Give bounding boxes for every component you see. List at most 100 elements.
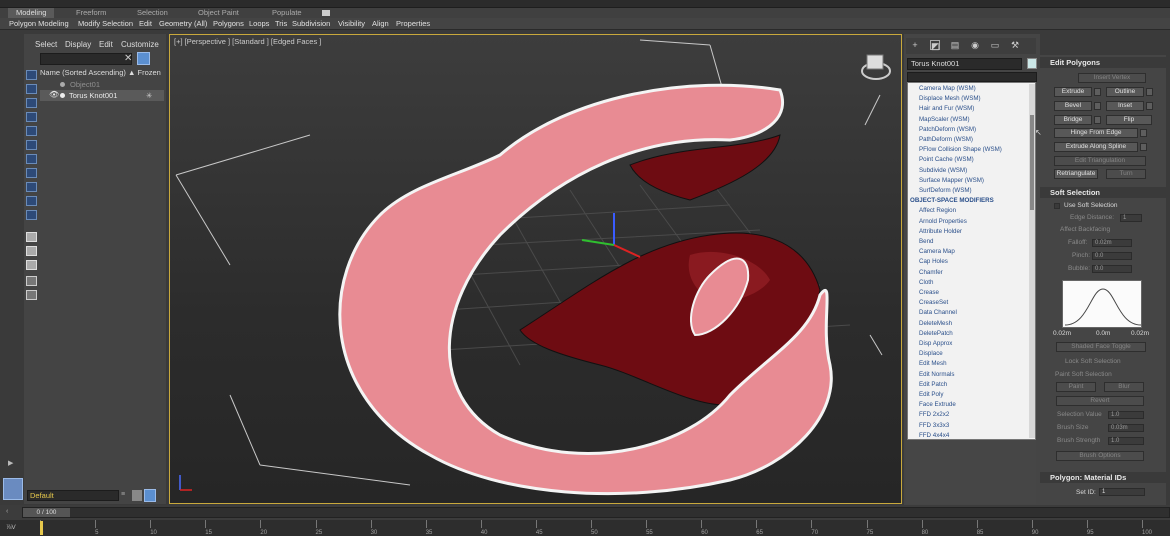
ribbon-polygons[interactable]: Polygons (213, 19, 244, 29)
ribbon-polygon-modeling[interactable]: Polygon Modeling (9, 19, 69, 29)
modifier-list-dropdown[interactable] (907, 72, 1037, 82)
bevel-button[interactable]: Bevel (1054, 101, 1092, 111)
lock-soft-selection-label[interactable]: Lock Soft Selection (1065, 358, 1121, 365)
selection-value-spinner[interactable]: 1.0 (1108, 411, 1144, 419)
ribbon-toggle-icon[interactable] (322, 10, 330, 16)
tab-selection[interactable]: Selection (137, 8, 168, 18)
modifier-item[interactable]: Crease (919, 289, 939, 296)
modifier-item[interactable]: Hair and Fur (WSM) (919, 105, 974, 112)
bridge-settings-icon[interactable] (1094, 116, 1101, 124)
display-none-icon[interactable] (26, 70, 37, 80)
flip-button[interactable]: Flip (1106, 115, 1152, 125)
prev-frame-icon[interactable]: ‹ (6, 508, 8, 515)
display-containers-icon[interactable] (26, 210, 37, 220)
modifier-item[interactable]: Affect Region (919, 207, 956, 214)
create-tab-icon[interactable]: + (910, 40, 920, 50)
tab-object-paint[interactable]: Object Paint (198, 8, 239, 18)
modifier-item[interactable]: FFD 2x2x2 (919, 411, 949, 418)
ribbon-loops[interactable]: Loops (249, 19, 269, 29)
display-hidden-icon[interactable] (26, 246, 37, 256)
object-name-field[interactable]: Torus Knot001 (907, 58, 1022, 70)
brush-options-button[interactable]: Brush Options (1056, 451, 1144, 461)
ribbon-subdivision[interactable]: Subdivision (292, 19, 330, 29)
display-frozen-icon[interactable] (26, 232, 37, 242)
display-shapes-icon[interactable] (26, 98, 37, 108)
eye-icon[interactable]: 👁 (49, 89, 59, 100)
modifier-item[interactable]: MapScaler (WSM) (919, 116, 970, 123)
display-groups-icon[interactable] (26, 168, 37, 178)
modifier-item[interactable]: Cap Holes (919, 258, 948, 265)
extrude-along-spline-button[interactable]: Extrude Along Spline (1054, 142, 1138, 152)
set-id-spinner[interactable]: 1 (1099, 488, 1145, 496)
display-xrefs-icon[interactable] (26, 182, 37, 192)
outline-settings-icon[interactable] (1146, 88, 1153, 96)
viewport-perspective[interactable]: [+] [Perspective ] [Standard ] [Edged Fa… (169, 34, 902, 504)
modifier-item[interactable]: Displace (919, 350, 943, 357)
transform-gizmo[interactable] (581, 213, 641, 258)
modifier-item[interactable]: DeletePatch (919, 330, 953, 337)
layer-stack-icon[interactable]: ≡ (121, 491, 129, 500)
timeline-ruler[interactable]: 0510152025303540455055606570758085909510… (0, 520, 1170, 536)
timeline-cursor[interactable] (40, 521, 43, 535)
ribbon-align[interactable]: Align (372, 19, 389, 29)
extrude-settings-icon[interactable] (1094, 88, 1101, 96)
modifier-item[interactable]: Surface Mapper (WSM) (919, 177, 984, 184)
clear-search-icon[interactable]: ✕ (124, 53, 132, 64)
layer-explorer-icon[interactable] (144, 489, 156, 502)
tab-modeling[interactable]: Modeling (8, 8, 55, 18)
modify-tab-icon[interactable]: ◩ (930, 40, 940, 51)
menu-edit[interactable]: Edit (99, 40, 113, 49)
modifier-item[interactable]: Point Cache (WSM) (919, 156, 974, 163)
object-color-swatch[interactable] (1027, 58, 1037, 69)
edge-distance-spinner[interactable]: 1 (1120, 214, 1142, 222)
modifier-list-scroll-thumb[interactable] (1030, 115, 1034, 210)
display-warps-icon[interactable] (26, 154, 37, 164)
viewcube-icon[interactable] (861, 54, 891, 80)
brush-strength-spinner[interactable]: 1.0 (1108, 437, 1144, 445)
revert-button[interactable]: Revert (1056, 396, 1144, 406)
inset-button[interactable]: Inset (1106, 101, 1144, 111)
modifier-item[interactable]: SurfDeform (WSM) (919, 187, 972, 194)
filter-icon[interactable] (137, 52, 150, 65)
display-tab-icon[interactable]: ▭ (990, 40, 1000, 50)
modifier-item[interactable]: PFlow Collision Shape (WSM) (919, 146, 1002, 153)
display-helpers-icon[interactable] (26, 140, 37, 150)
ribbon-edit[interactable]: Edit (139, 19, 152, 29)
rollout-edit-polygons[interactable]: Edit Polygons (1040, 57, 1166, 68)
rollout-soft-selection[interactable]: Soft Selection (1040, 187, 1166, 198)
modifier-item[interactable]: CreaseSet (919, 299, 948, 306)
tab-populate[interactable]: Populate (272, 8, 302, 18)
modifier-item[interactable]: Camera Map (919, 248, 955, 255)
modifier-item[interactable]: PatchDeform (WSM) (919, 126, 976, 133)
brush-size-spinner[interactable]: 0.03m (1108, 424, 1144, 432)
use-soft-selection-checkbox[interactable] (1054, 203, 1060, 209)
motion-tab-icon[interactable]: ◉ (970, 40, 980, 50)
modifier-item[interactable]: Edit Patch (919, 381, 947, 388)
insert-vertex-button[interactable]: Insert Vertex (1078, 73, 1146, 83)
menu-display[interactable]: Display (65, 40, 91, 49)
rollout-material-ids[interactable]: Polygon: Material IDs (1040, 472, 1166, 483)
turn-button[interactable]: Turn (1106, 169, 1146, 179)
ribbon-visibility[interactable]: Visibility (338, 19, 365, 29)
display-all-icon[interactable] (26, 260, 37, 270)
explorer-search-input[interactable] (40, 53, 132, 65)
display-bones-icon[interactable] (26, 196, 37, 206)
column-name[interactable]: Name (Sorted Ascending) (40, 68, 126, 77)
modifier-item[interactable]: Attribute Holder (919, 228, 962, 235)
modifier-item[interactable]: Face Extrude (919, 401, 956, 408)
modifier-item[interactable]: Arnold Properties (919, 218, 967, 225)
viewport-layout-icon[interactable] (3, 478, 23, 500)
layer-manager-icon[interactable] (132, 490, 142, 501)
display-cameras-icon[interactable] (26, 126, 37, 136)
ribbon-properties[interactable]: Properties (396, 19, 430, 29)
affect-backfacing-label[interactable]: Affect Backfacing (1060, 226, 1110, 233)
outline-button[interactable]: Outline (1106, 87, 1144, 97)
modifier-item[interactable]: Chamfer (919, 269, 943, 276)
modifier-item[interactable]: Edit Normals (919, 371, 954, 378)
hierarchy-tab-icon[interactable]: ▤ (950, 40, 960, 50)
utilities-tab-icon[interactable]: ⚒ (1010, 40, 1020, 50)
tab-freeform[interactable]: Freeform (76, 8, 106, 18)
expand-arrow-icon[interactable]: ▶ (8, 459, 13, 467)
time-slider[interactable]: 0 / 100 (22, 507, 1170, 518)
modifier-item[interactable]: Bend (919, 238, 933, 245)
